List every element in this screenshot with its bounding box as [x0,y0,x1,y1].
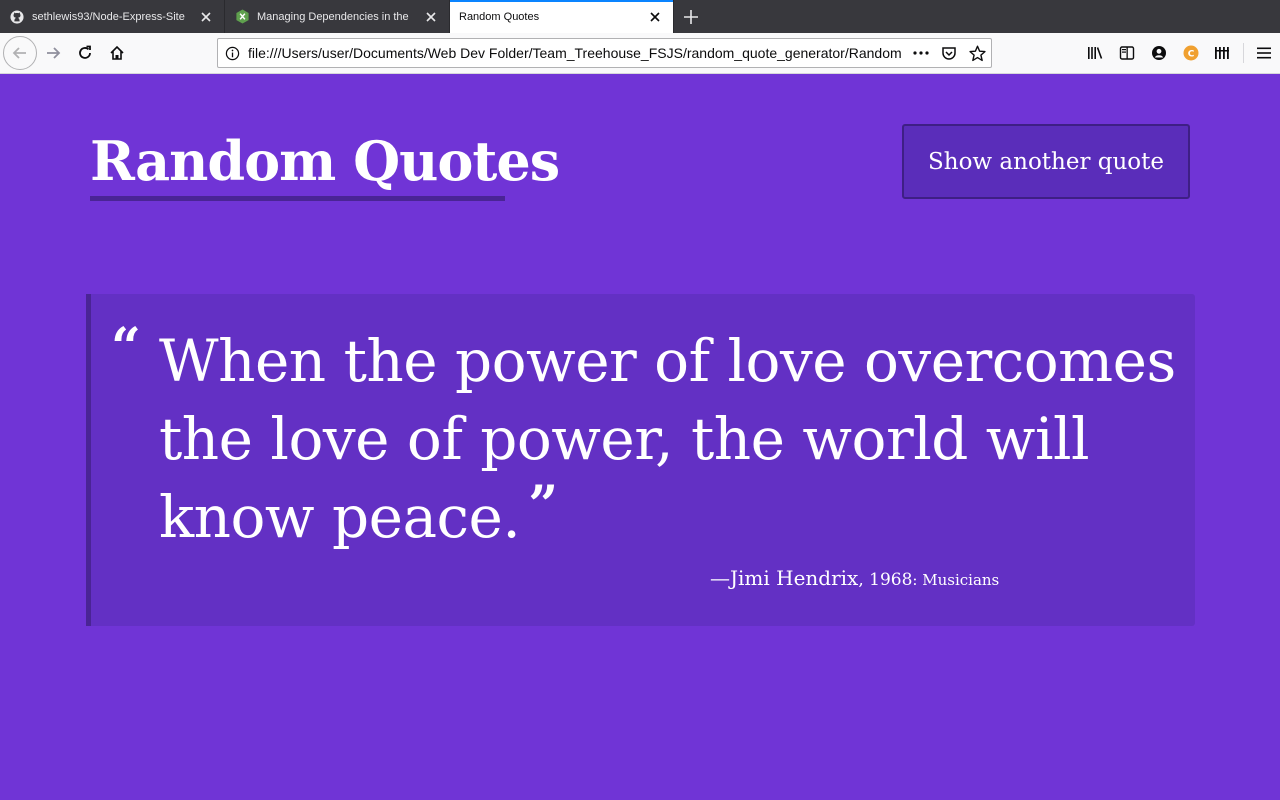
close-quote-mark: ” [528,475,558,536]
back-button[interactable] [3,36,37,70]
source-tags: : Musicians [912,571,1000,589]
show-another-quote-button[interactable]: Show another quote [902,124,1190,199]
home-icon [110,45,124,60]
close-icon[interactable] [647,9,663,25]
tab-managing-dependencies[interactable]: Managing Dependencies in the [225,0,450,33]
address-bar[interactable]: file:///Users/user/Documents/Web Dev Fol… [217,38,992,68]
grid-extension-icon[interactable] [1207,37,1239,69]
arrow-left-icon [12,47,26,59]
quote-text: When the power of love overcomes the lov… [159,327,1176,551]
reload-icon [79,45,91,59]
page-content: Random Quotes Show another quote “ When … [0,74,1280,800]
toolbar-right: C [1079,37,1280,69]
new-tab-button[interactable] [674,0,707,33]
pocket-icon[interactable] [935,39,963,67]
tab-title: Managing Dependencies in the [257,10,409,23]
tab-strip: sethlewis93/Node-Express-Site Managing D… [0,0,1280,33]
node-icon [234,9,250,25]
reload-button[interactable] [69,37,101,69]
home-button[interactable] [101,37,133,69]
tab-random-quotes[interactable]: Random Quotes [450,0,674,33]
page-actions-icon[interactable] [907,39,935,67]
quote-text-block: When the power of love overcomes the lov… [159,322,1189,556]
plus-icon [683,9,698,24]
forward-button[interactable] [37,37,69,69]
extension-icon[interactable]: C [1175,37,1207,69]
source-name: —Jimi Hendrix [710,566,859,590]
tab-title: Random Quotes [459,10,540,23]
close-icon[interactable] [198,9,214,25]
svg-text:C: C [1188,50,1195,60]
title-underline [90,196,505,201]
tab-title: sethlewis93/Node-Express-Site [32,10,185,23]
tab-github[interactable]: sethlewis93/Node-Express-Site [0,0,225,33]
arrow-right-icon [47,47,61,59]
toolbar-separator [1243,43,1244,63]
github-icon [9,9,25,25]
quote-source: —Jimi Hendrix, 1968: Musicians [710,566,999,590]
navigation-toolbar: file:///Users/user/Documents/Web Dev Fol… [0,33,1280,74]
bookmark-star-icon[interactable] [963,39,991,67]
account-icon[interactable] [1143,37,1175,69]
info-icon[interactable] [218,39,246,67]
menu-icon[interactable] [1248,37,1280,69]
library-icon[interactable] [1079,37,1111,69]
sidebar-icon[interactable] [1111,37,1143,69]
page-title: Random Quotes [90,129,560,193]
url-text[interactable]: file:///Users/user/Documents/Web Dev Fol… [246,45,907,61]
close-icon[interactable] [423,9,439,25]
quote-box: “ When the power of love overcomes the l… [86,294,1195,626]
open-quote-mark: “ [111,317,141,378]
source-year: , 1968 [858,570,913,590]
